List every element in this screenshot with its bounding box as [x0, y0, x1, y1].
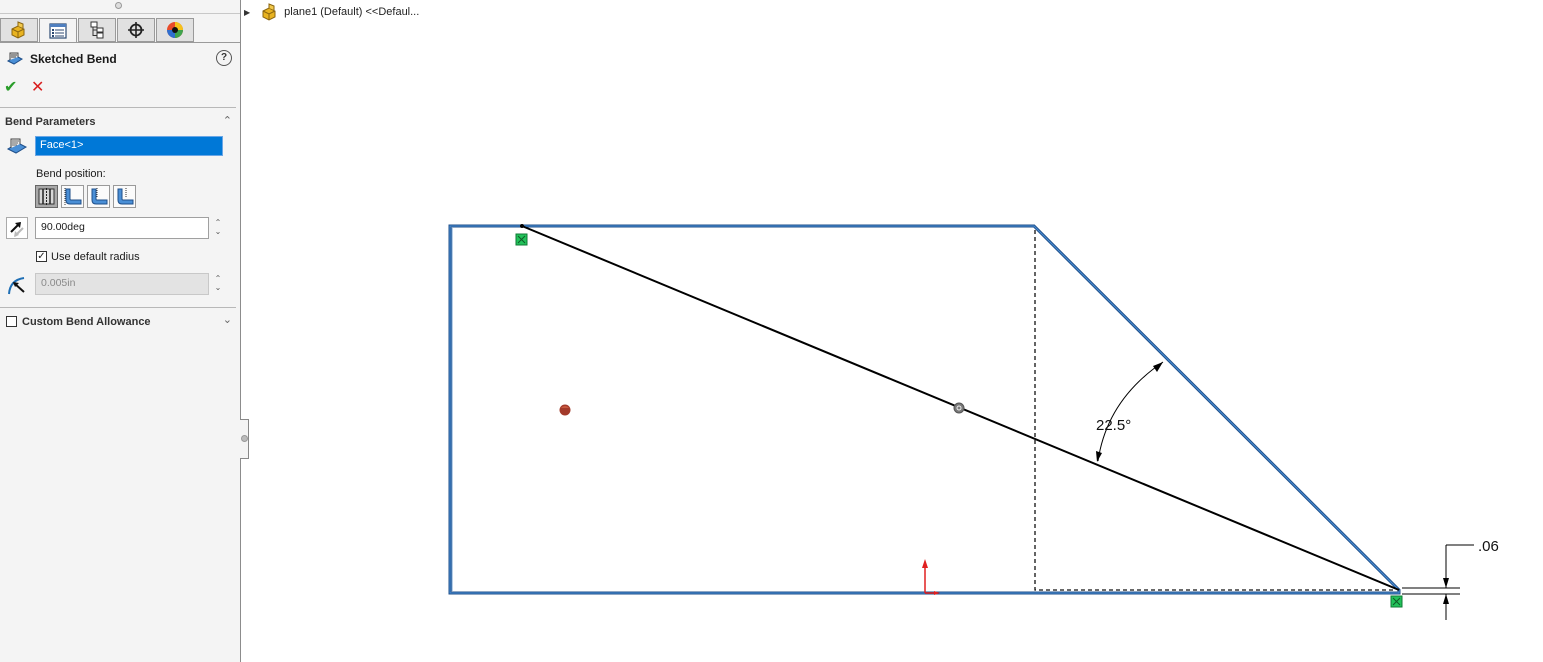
graphics-area[interactable]: 22.5° .06 [0, 0, 1543, 662]
part-outline[interactable] [448, 224, 1401, 595]
origin-icon[interactable] [922, 559, 940, 595]
angle-dimension[interactable]: 22.5° [1096, 361, 1164, 462]
linear-dimension[interactable]: .06 [1402, 538, 1499, 620]
sketch-endpoint[interactable] [520, 224, 524, 228]
coincident-relation-icon[interactable] [515, 233, 528, 246]
bend-line-dashed[interactable] [1034, 230, 1395, 591]
coincident-relation-icon[interactable] [1390, 595, 1403, 608]
midpoint-marker-icon[interactable] [953, 402, 965, 414]
angle-dimension-label[interactable]: 22.5° [1096, 417, 1131, 434]
center-of-mass-icon[interactable] [559, 404, 571, 416]
linear-dimension-label[interactable]: .06 [1478, 538, 1499, 555]
